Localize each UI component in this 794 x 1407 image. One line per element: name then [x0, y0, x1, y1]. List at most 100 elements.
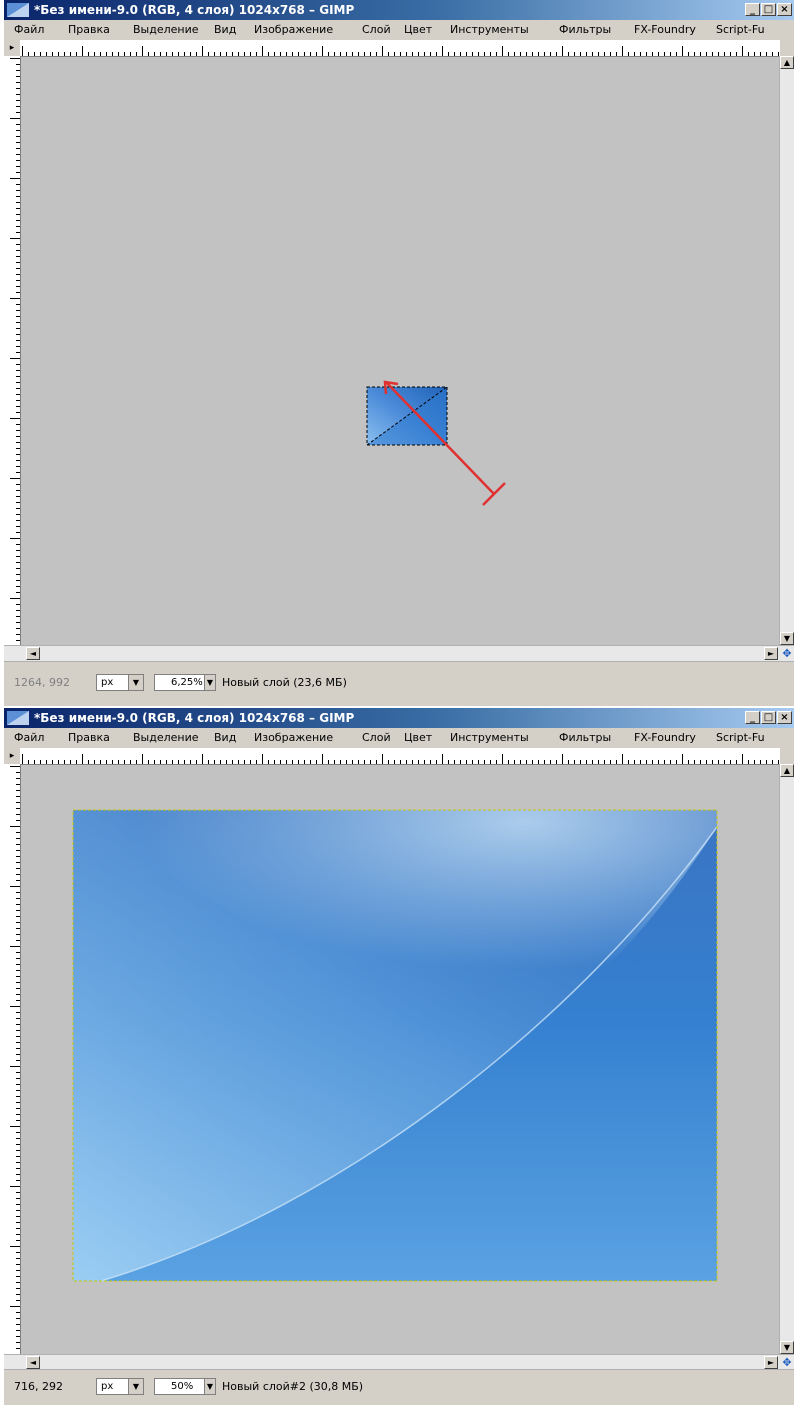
gradient-image: [72, 809, 718, 1282]
menu-file[interactable]: Файл: [14, 20, 44, 40]
menu-layer[interactable]: Слой: [362, 20, 391, 40]
unit-selector[interactable]: px ▼: [96, 674, 144, 691]
ruler-tick: [658, 52, 659, 56]
ruler-tick: [448, 52, 449, 56]
menu-script-fu[interactable]: Script-Fu: [716, 20, 765, 40]
ruler-tick: [16, 1102, 20, 1103]
menu-tools[interactable]: Инструменты: [450, 20, 529, 40]
ruler-tick: [16, 274, 20, 275]
ruler-tick: [16, 382, 20, 383]
ruler-tick: [592, 52, 593, 56]
menu-colors[interactable]: Цвет: [404, 20, 432, 40]
ruler-tick: [154, 760, 155, 764]
ruler-tick: [262, 754, 263, 764]
ruler-tick: [76, 760, 77, 764]
ruler-tick: [118, 760, 119, 764]
chevron-down-icon[interactable]: ▼: [204, 1379, 215, 1394]
ruler-tick: [544, 52, 545, 56]
menu-image[interactable]: Изображение: [254, 728, 333, 748]
menu-tools[interactable]: Инструменты: [450, 728, 529, 748]
menu-view[interactable]: Вид: [214, 20, 236, 40]
menu-view[interactable]: Вид: [214, 728, 236, 748]
ruler-tick: [766, 760, 767, 764]
ruler-tick: [322, 46, 323, 56]
maximize-button[interactable]: □: [761, 3, 776, 16]
image-canvas[interactable]: [21, 57, 780, 645]
ruler-tick: [10, 1306, 20, 1307]
vertical-scrollbar[interactable]: ▲ ▼: [779, 764, 794, 1354]
horizontal-ruler[interactable]: [20, 748, 780, 765]
ruler-tick: [16, 1318, 20, 1319]
chevron-down-icon[interactable]: ▼: [204, 675, 215, 690]
title-bar[interactable]: *Без имени-9.0 (RGB, 4 слоя) 1024x768 – …: [4, 0, 794, 20]
scroll-left-icon[interactable]: ◄: [26, 1356, 40, 1369]
ruler-tick: [472, 52, 473, 56]
scroll-down-icon[interactable]: ▼: [780, 632, 794, 645]
ruler-tick: [10, 118, 20, 119]
scroll-up-icon[interactable]: ▲: [780, 56, 794, 69]
menu-fx-foundry[interactable]: FX-Foundry: [634, 728, 696, 748]
ruler-tick: [16, 1000, 20, 1001]
menu-edit[interactable]: Правка: [68, 728, 110, 748]
scroll-right-icon[interactable]: ►: [764, 1356, 778, 1369]
menu-image[interactable]: Изображение: [254, 20, 333, 40]
ruler-tick: [118, 52, 119, 56]
menu-fx-foundry[interactable]: FX-Foundry: [634, 20, 696, 40]
chevron-down-icon[interactable]: ▼: [128, 675, 143, 690]
ruler-tick: [304, 760, 305, 764]
menu-filters[interactable]: Фильтры: [559, 20, 611, 40]
ruler-tick: [172, 52, 173, 56]
navigate-icon[interactable]: ✥: [780, 1356, 794, 1369]
ruler-tick: [406, 760, 407, 764]
ruler-tick: [16, 1222, 20, 1223]
menu-layer[interactable]: Слой: [362, 728, 391, 748]
image-canvas[interactable]: [21, 765, 780, 1354]
ruler-tick: [94, 760, 95, 764]
ruler-tick: [148, 52, 149, 56]
ruler-tick: [280, 52, 281, 56]
unit-selector[interactable]: px ▼: [96, 1378, 144, 1395]
chevron-down-icon[interactable]: ▼: [128, 1379, 143, 1394]
menu-file[interactable]: Файл: [14, 728, 44, 748]
ruler-tick: [16, 124, 20, 125]
vertical-ruler[interactable]: [4, 764, 21, 1354]
close-button[interactable]: ×: [777, 711, 792, 724]
minimize-button[interactable]: _: [745, 711, 760, 724]
ruler-tick: [16, 1324, 20, 1325]
scroll-right-icon[interactable]: ►: [764, 647, 778, 660]
scroll-up-icon[interactable]: ▲: [780, 764, 794, 777]
ruler-tick: [610, 760, 611, 764]
minimize-button[interactable]: _: [745, 3, 760, 16]
zoom-selector[interactable]: 6,25% ▼: [154, 674, 216, 691]
quick-mask-toggle[interactable]: ▸: [4, 40, 20, 56]
navigate-icon[interactable]: ✥: [780, 647, 794, 660]
ruler-tick: [700, 760, 701, 764]
menu-edit[interactable]: Правка: [68, 20, 110, 40]
menu-colors[interactable]: Цвет: [404, 728, 432, 748]
ruler-tick: [10, 1126, 20, 1127]
ruler-tick: [16, 1156, 20, 1157]
scroll-left-icon[interactable]: ◄: [26, 647, 40, 660]
ruler-tick: [40, 52, 41, 56]
ruler-tick: [16, 436, 20, 437]
ruler-tick: [16, 1300, 20, 1301]
horizontal-scrollbar[interactable]: ◄ ► ✥: [4, 645, 794, 662]
quick-mask-toggle[interactable]: ▸: [4, 748, 20, 764]
menu-filters[interactable]: Фильтры: [559, 728, 611, 748]
ruler-tick: [16, 1330, 20, 1331]
ruler-tick: [16, 1072, 20, 1073]
menu-select[interactable]: Выделение: [133, 728, 199, 748]
vertical-ruler[interactable]: [4, 56, 21, 645]
menu-select[interactable]: Выделение: [133, 20, 199, 40]
menu-script-fu[interactable]: Script-Fu: [716, 728, 765, 748]
scroll-down-icon[interactable]: ▼: [780, 1341, 794, 1354]
zoom-selector[interactable]: 50% ▼: [154, 1378, 216, 1395]
ruler-tick: [478, 760, 479, 764]
ruler-tick: [16, 1294, 20, 1295]
vertical-scrollbar[interactable]: ▲ ▼: [779, 56, 794, 645]
ruler-tick: [16, 1216, 20, 1217]
title-bar[interactable]: *Без имени-9.0 (RGB, 4 слоя) 1024x768 – …: [4, 708, 794, 728]
close-button[interactable]: ×: [777, 3, 792, 16]
maximize-button[interactable]: □: [761, 711, 776, 724]
horizontal-ruler[interactable]: [20, 40, 780, 57]
